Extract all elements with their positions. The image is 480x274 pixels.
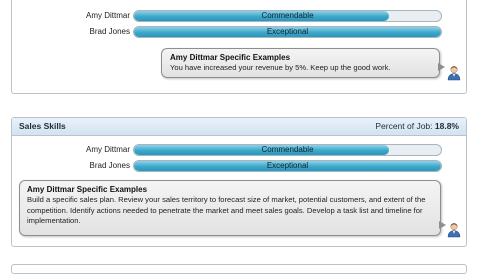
percent-value: 18.8% (434, 121, 459, 131)
employee-name: Brad Jones (89, 161, 130, 170)
comment-title: Amy Dittmar Specific Examples (170, 53, 291, 62)
user-avatar-icon (447, 223, 461, 238)
percent-of-job: Percent of Job: 18.8% (375, 118, 459, 135)
rating-bar[interactable]: Exceptional (133, 160, 442, 172)
employee-name: Brad Jones (89, 27, 130, 36)
comment-title: Amy Dittmar Specific Examples (27, 185, 148, 194)
rating-label: Commendable (261, 145, 314, 154)
section-title: Sales Skills (19, 121, 66, 131)
section-header: Sales Skills Percent of Job: 18.8% (12, 118, 466, 136)
rating-bar[interactable]: Exceptional (133, 26, 442, 38)
comment-text: You have increased your revenue by 5%. K… (170, 63, 391, 72)
rating-row: Amy Dittmar Commendable (12, 143, 468, 157)
employee-name: Amy Dittmar (86, 145, 130, 154)
rating-row: Amy Dittmar Commendable (12, 9, 468, 23)
rating-bar[interactable]: Commendable (133, 144, 442, 156)
comment-text: Build a specific sales plan. Review your… (27, 195, 426, 225)
rating-bar[interactable]: Commendable (133, 10, 442, 22)
ratings-panel-top: Amy Dittmar Commendable Brad Jones Excep… (11, 0, 467, 94)
rating-row: Brad Jones Exceptional (12, 25, 468, 39)
sales-skills-panel: Sales Skills Percent of Job: 18.8% Amy D… (11, 117, 467, 247)
rating-label: Exceptional (266, 27, 309, 36)
rating-label: Exceptional (266, 161, 309, 170)
rating-label: Commendable (261, 11, 314, 20)
user-avatar-icon (447, 66, 461, 81)
comment-bubble[interactable]: Amy Dittmar Specific Examples Build a sp… (19, 180, 446, 236)
comment-bubble[interactable]: Amy Dittmar Specific Examples You have i… (161, 48, 445, 78)
rating-row: Brad Jones Exceptional (12, 159, 468, 173)
employee-name: Amy Dittmar (86, 11, 130, 20)
next-panel-edge (11, 264, 467, 274)
percent-label: Percent of Job: (375, 121, 433, 131)
